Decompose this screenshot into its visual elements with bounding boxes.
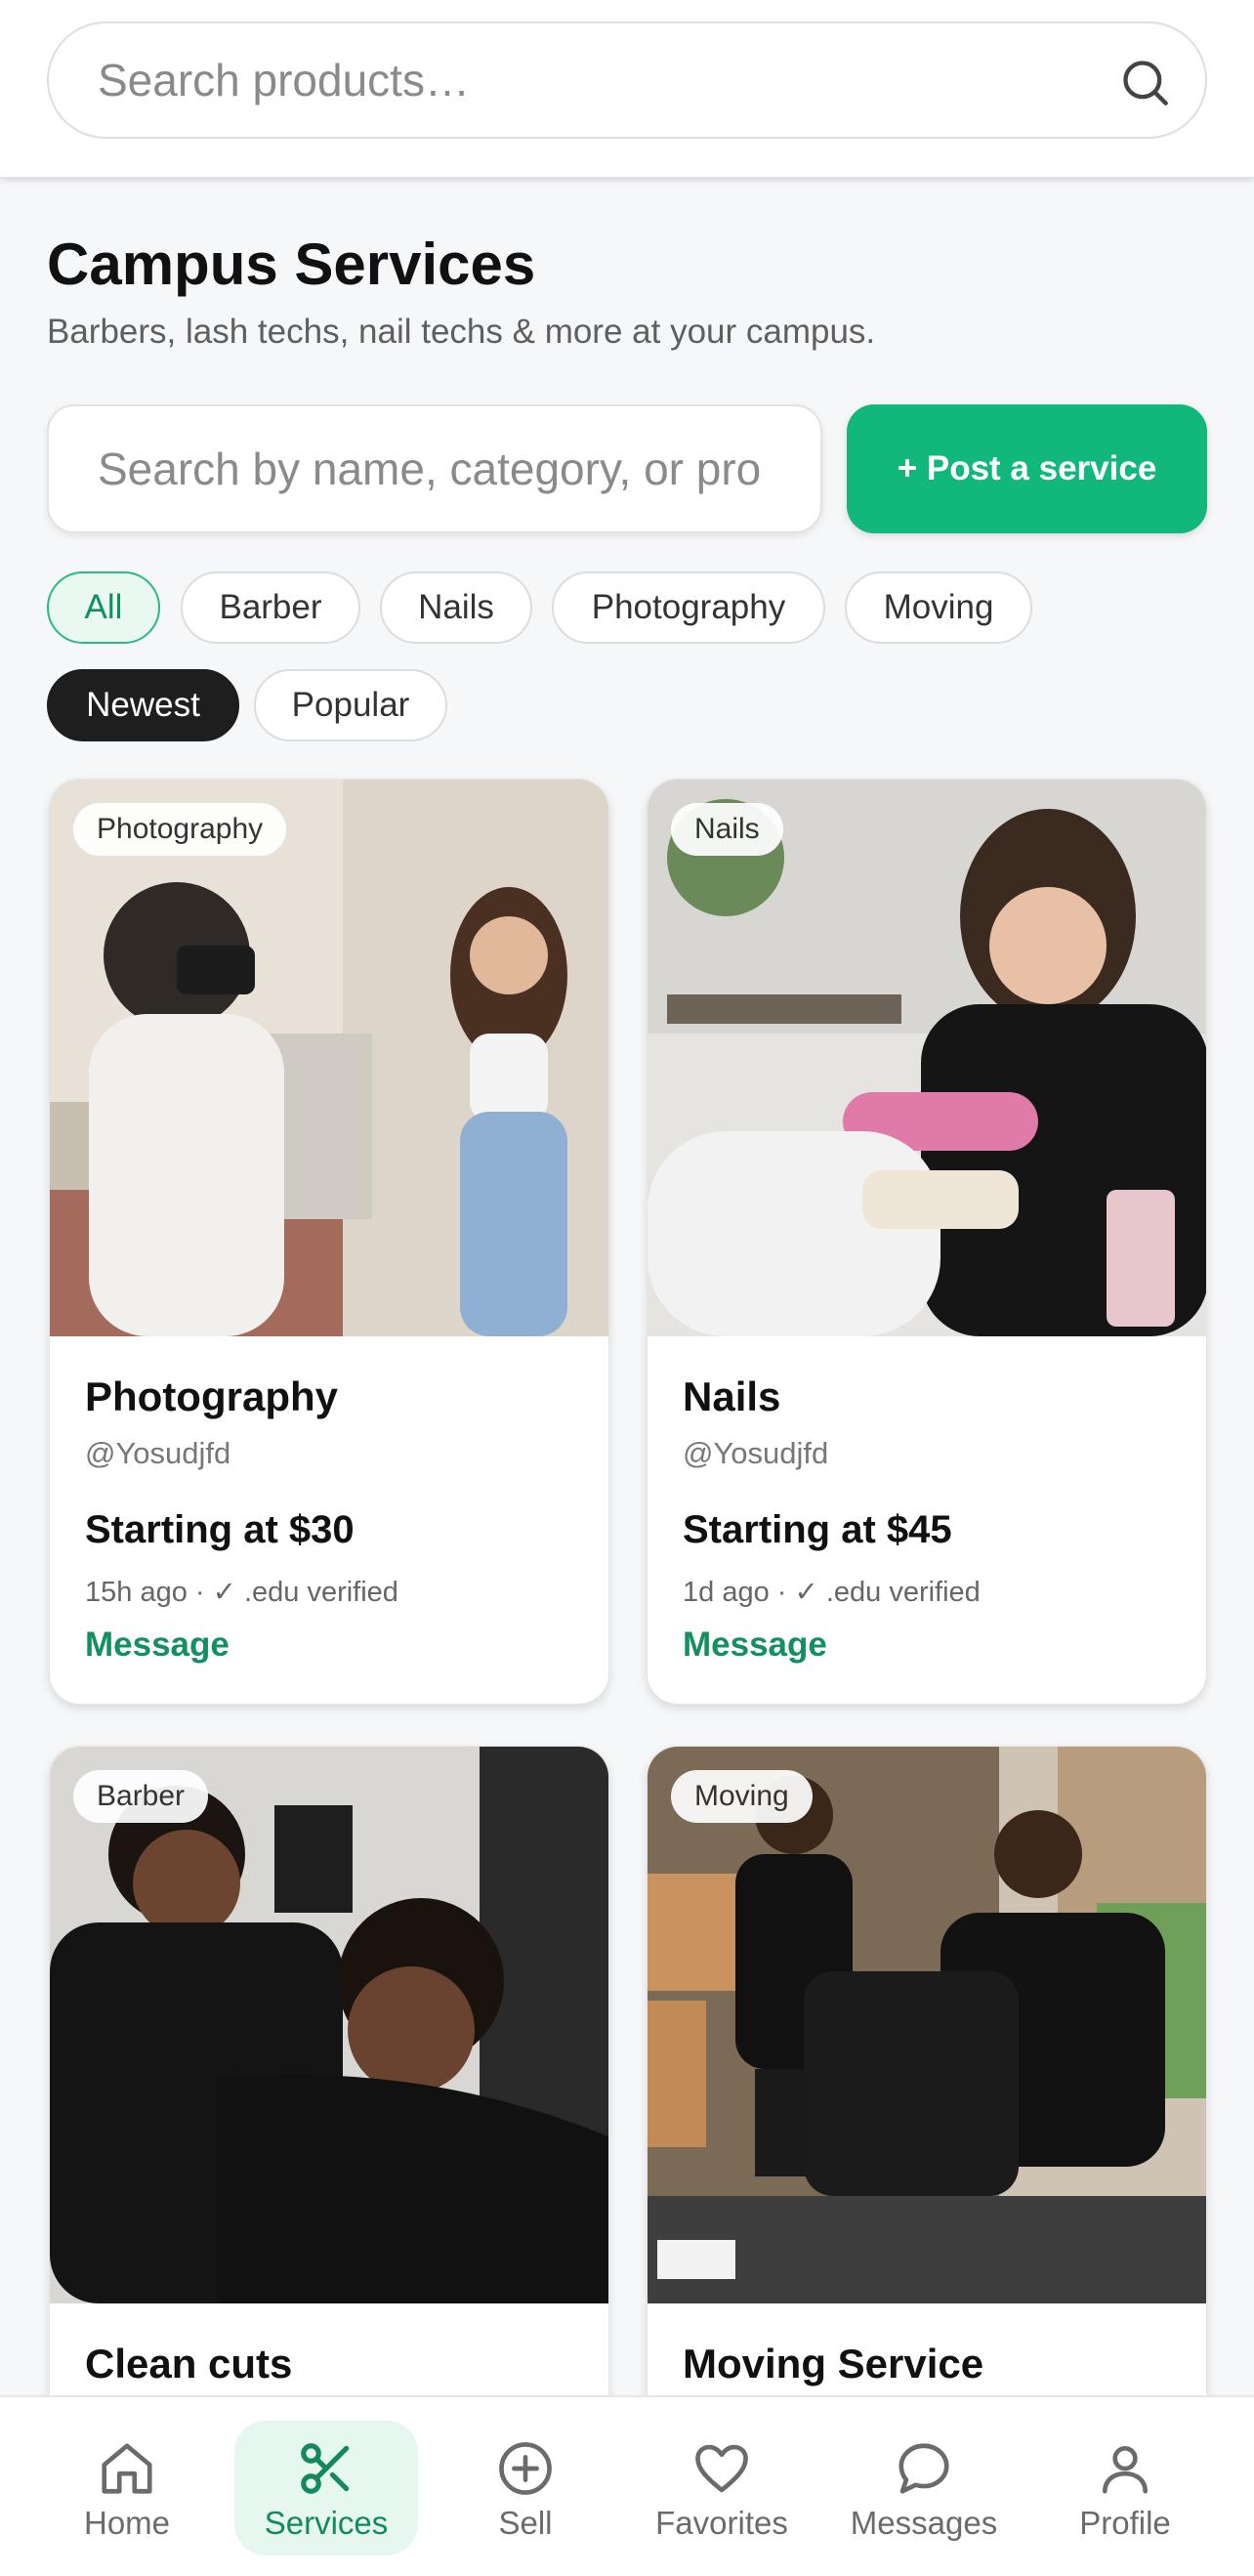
service-username[interactable]: @Yosudjfd bbox=[85, 1436, 230, 1471]
scissors-icon bbox=[301, 2443, 350, 2494]
service-photo: Moving bbox=[648, 1747, 1206, 2303]
service-title: Photography bbox=[85, 1373, 338, 1419]
service-price: Starting at $30 bbox=[85, 1508, 355, 1551]
service-card[interactable]: Moving Moving Service bbox=[647, 1746, 1207, 2429]
service-title: Clean cuts bbox=[85, 2341, 293, 2386]
nav-profile[interactable]: Profile bbox=[1059, 2397, 1191, 2576]
service-meta: 15h ago · ✓ .edu verified bbox=[85, 1577, 398, 1608]
category-badge: Barber bbox=[73, 1770, 209, 1823]
nav-sell[interactable]: Sell bbox=[459, 2397, 592, 2576]
sort-newest[interactable]: Newest bbox=[47, 669, 239, 741]
service-price: Starting at $45 bbox=[683, 1508, 952, 1551]
nav-sell-label: Sell bbox=[498, 2505, 553, 2541]
service-card[interactable]: Photography Photography @Yosudjfd Starti… bbox=[49, 779, 609, 1705]
service-title: Moving Service bbox=[683, 2341, 984, 2386]
nav-favorites[interactable]: Favorites bbox=[645, 2397, 799, 2576]
service-search-input[interactable]: Search by name, category, or pro bbox=[47, 404, 822, 533]
message-button[interactable]: Message bbox=[683, 1626, 827, 1665]
post-service-button[interactable]: + Post a service bbox=[847, 404, 1207, 533]
service-meta: 1d ago · ✓ .edu verified bbox=[683, 1577, 981, 1608]
search-icon[interactable] bbox=[1119, 57, 1170, 107]
chip-moving[interactable]: Moving bbox=[845, 571, 1032, 644]
category-badge: Nails bbox=[671, 803, 783, 856]
service-photo: Photography bbox=[50, 780, 608, 1336]
nav-home[interactable]: Home bbox=[61, 2397, 193, 2576]
page-subtitle: Barbers, lash techs, nail techs & more a… bbox=[47, 313, 876, 351]
service-username[interactable]: @Yosudjfd bbox=[683, 1436, 828, 1471]
service-photo: Nails bbox=[648, 780, 1206, 1336]
product-search-placeholder: Search products… bbox=[98, 55, 470, 106]
heart-icon bbox=[695, 2444, 748, 2493]
nav-profile-label: Profile bbox=[1079, 2505, 1171, 2541]
plus-circle-icon bbox=[499, 2442, 552, 2495]
home-icon bbox=[102, 2443, 152, 2494]
sort-popular[interactable]: Popular bbox=[254, 669, 447, 741]
nav-messages[interactable]: Messages bbox=[842, 2397, 1006, 2576]
nav-home-label: Home bbox=[83, 2505, 171, 2541]
user-icon bbox=[1103, 2446, 1148, 2494]
nav-services[interactable]: Services bbox=[234, 2397, 418, 2576]
service-photo: Barber bbox=[50, 1747, 608, 2303]
service-search-placeholder: Search by name, category, or pro bbox=[98, 443, 762, 494]
nav-favorites-label: Favorites bbox=[655, 2505, 788, 2541]
message-button[interactable]: Message bbox=[85, 1626, 230, 1665]
service-card[interactable]: Nails Nails @Yosudjfd Starting at $45 1d… bbox=[647, 779, 1207, 1705]
chip-nails[interactable]: Nails bbox=[380, 571, 532, 644]
category-badge: Moving bbox=[671, 1770, 813, 1823]
category-badge: Photography bbox=[73, 803, 287, 856]
nav-services-label: Services bbox=[264, 2505, 389, 2541]
chip-all[interactable]: All bbox=[47, 571, 160, 644]
bottom-nav: Home Services Sell Favorites Messages Pr… bbox=[0, 2395, 1254, 2576]
chip-barber[interactable]: Barber bbox=[181, 571, 360, 644]
chip-photography[interactable]: Photography bbox=[552, 571, 825, 644]
chat-bubble-icon bbox=[899, 2443, 949, 2494]
service-card[interactable]: Barber Clean cuts bbox=[49, 1746, 609, 2429]
top-bar: Search products… bbox=[0, 0, 1254, 178]
page-title: Campus Services bbox=[47, 232, 536, 297]
service-title: Nails bbox=[683, 1373, 781, 1419]
nav-messages-label: Messages bbox=[850, 2505, 998, 2541]
product-search-input[interactable]: Search products… bbox=[47, 21, 1207, 139]
